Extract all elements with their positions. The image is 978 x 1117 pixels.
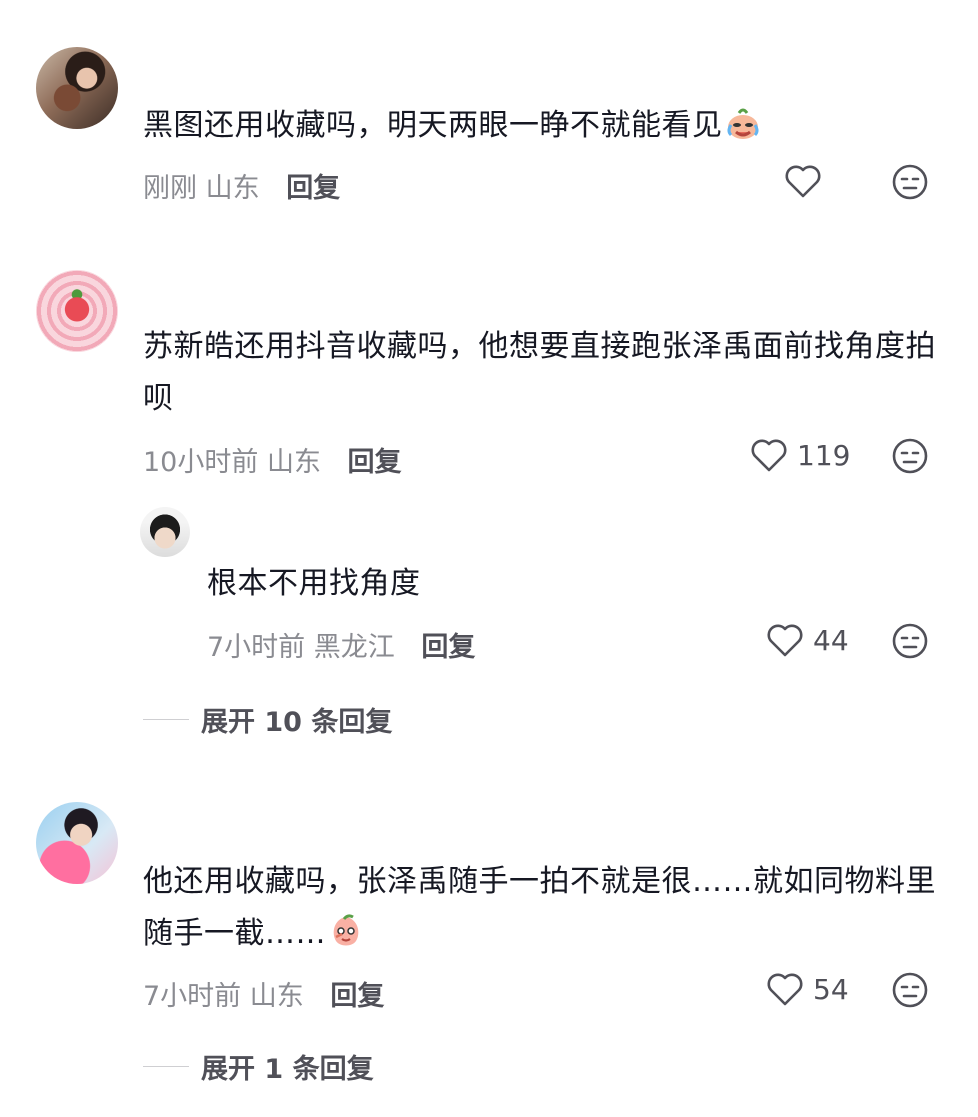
- expand-replies-label: 展开 1 条回复: [201, 1054, 374, 1085]
- heart-icon: [767, 973, 803, 1006]
- dislike-face-icon[interactable]: [891, 437, 929, 475]
- avatar[interactable]: [36, 802, 118, 884]
- expand-replies-button[interactable]: 展开 10 条回复: [143, 700, 392, 739]
- comment-time: 10小时前: [143, 447, 259, 478]
- comment-time: 刚刚: [143, 173, 197, 204]
- dislike-face-icon[interactable]: [891, 163, 929, 201]
- heart-icon: [767, 624, 803, 657]
- like-button[interactable]: [783, 163, 831, 199]
- avatar[interactable]: [36, 47, 118, 129]
- avatar[interactable]: [140, 507, 190, 557]
- like-count: 119: [797, 438, 851, 472]
- like-count: 54: [813, 972, 849, 1006]
- dislike-face-icon[interactable]: [891, 622, 929, 660]
- comment-location: 山东: [266, 447, 321, 478]
- comment-text: 他还用收藏吗，张泽禹随手一拍不就是很……就如同物料里随手一截……: [143, 864, 936, 951]
- reply-meta: 7小时前 黑龙江 回复: [207, 625, 475, 664]
- reply-location: 黑龙江: [313, 632, 395, 663]
- divider: [143, 719, 189, 720]
- divider: [143, 1066, 189, 1067]
- expand-replies-label: 展开 10 条回复: [201, 707, 393, 738]
- like-button[interactable]: 54: [765, 971, 849, 1007]
- avatar[interactable]: [36, 270, 118, 352]
- like-button[interactable]: 44: [765, 622, 849, 658]
- heart-icon: [751, 439, 787, 472]
- comment-meta: 7小时前 山东 回复: [143, 974, 384, 1013]
- crying-laughing-emoji-icon: [727, 108, 758, 139]
- reply-button[interactable]: 回复: [348, 447, 402, 478]
- comment-meta: 10小时前 山东 回复: [143, 440, 402, 479]
- reply-button[interactable]: 回复: [421, 632, 475, 663]
- comment-time: 7小时前: [143, 981, 242, 1012]
- reply-button[interactable]: 回复: [286, 173, 340, 204]
- comment-location: 山东: [205, 173, 260, 204]
- comment-text: 苏新皓还用抖音收藏吗，他想要直接跑张泽禹面前找角度拍呗: [143, 329, 936, 416]
- reply-button[interactable]: 回复: [330, 981, 384, 1012]
- like-count: 44: [813, 623, 849, 657]
- comment-location: 山东: [249, 981, 304, 1012]
- heart-icon: [785, 165, 821, 198]
- dislike-face-icon[interactable]: [891, 971, 929, 1009]
- comment-meta: 刚刚 山东 回复: [143, 166, 340, 205]
- comment-text: 黑图还用收藏吗，明天两眼一睁不就能看见: [143, 100, 943, 152]
- expand-replies-button[interactable]: 展开 1 条回复: [143, 1047, 374, 1086]
- reply-text: 根本不用找角度: [207, 566, 421, 601]
- like-button[interactable]: 119: [749, 437, 850, 473]
- reply-time: 7小时前: [207, 632, 306, 663]
- smirk-peach-emoji-icon: [333, 914, 359, 946]
